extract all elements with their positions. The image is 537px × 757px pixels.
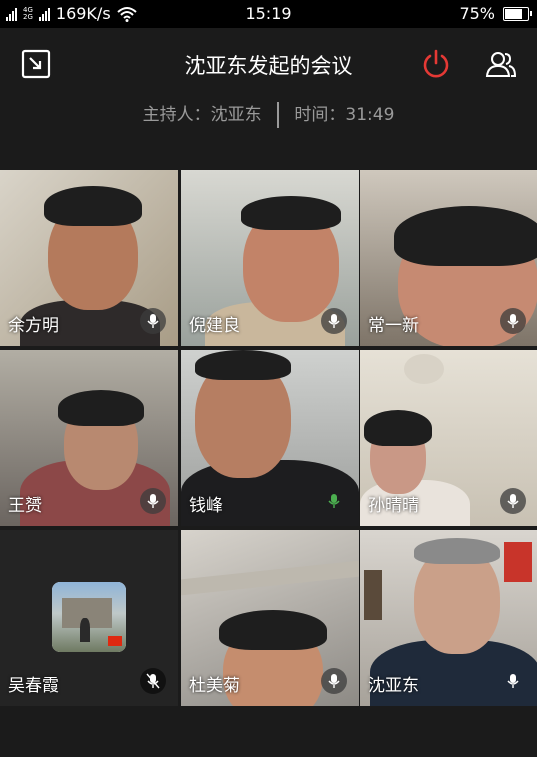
host-label: 主持人：沈亚东 [142,105,262,125]
participant-name: 王赟 [8,496,42,516]
end-meeting-power-icon[interactable] [420,48,452,80]
participant-name: 倪建良 [189,316,240,336]
status-time: 15:19 [245,4,292,23]
meeting-header: 沈亚东发起的会议 [0,28,537,98]
participant-tile[interactable]: 王赟 [0,350,178,526]
mic-speaking-icon [321,488,347,514]
wall-clock [364,570,382,620]
ceiling-lamp [404,354,444,384]
participant-tile[interactable]: 倪建良 [181,170,359,346]
participant-tile[interactable]: 杜美菊 [181,530,359,706]
participants-icon[interactable] [485,48,517,80]
participant-tile[interactable]: 沈亚东 [360,530,537,706]
participant-name: 孙晴晴 [368,496,419,516]
meeting-info: 主持人：沈亚东 时间：31:49 [0,100,537,128]
mic-icon [321,668,347,694]
duration-label: 时间：31:49 [294,105,395,125]
participant-tile[interactable]: 吴春霞 [0,530,178,706]
mic-icon [321,308,347,334]
battery-icon [503,6,532,21]
info-divider [277,102,279,128]
battery-percent: 75% [459,4,495,23]
mic-muted-icon [140,668,166,694]
participant-name: 常一新 [368,316,419,336]
mic-icon [500,488,526,514]
status-bar: 4G 2G 169K/s 15:19 75% [0,0,537,28]
mic-icon [140,488,166,514]
meeting-title: 沈亚东发起的会议 [184,54,353,78]
status-right: 75% [459,4,532,23]
participant-tile[interactable]: 常一新 [360,170,537,346]
participant-name: 余方明 [8,316,59,336]
participant-tile[interactable]: 余方明 [0,170,178,346]
mic-icon [140,308,166,334]
avatar [52,582,126,652]
participant-name: 钱峰 [189,496,223,516]
participant-name: 杜美菊 [189,676,240,696]
participant-tile[interactable]: 孙晴晴 [360,350,537,526]
participant-name: 吴春霞 [8,676,59,696]
wall-decoration [504,542,532,582]
mic-icon [500,308,526,334]
participant-tile[interactable]: 钱峰 [181,350,359,526]
mic-icon [500,668,526,694]
participant-name: 沈亚东 [368,676,419,696]
